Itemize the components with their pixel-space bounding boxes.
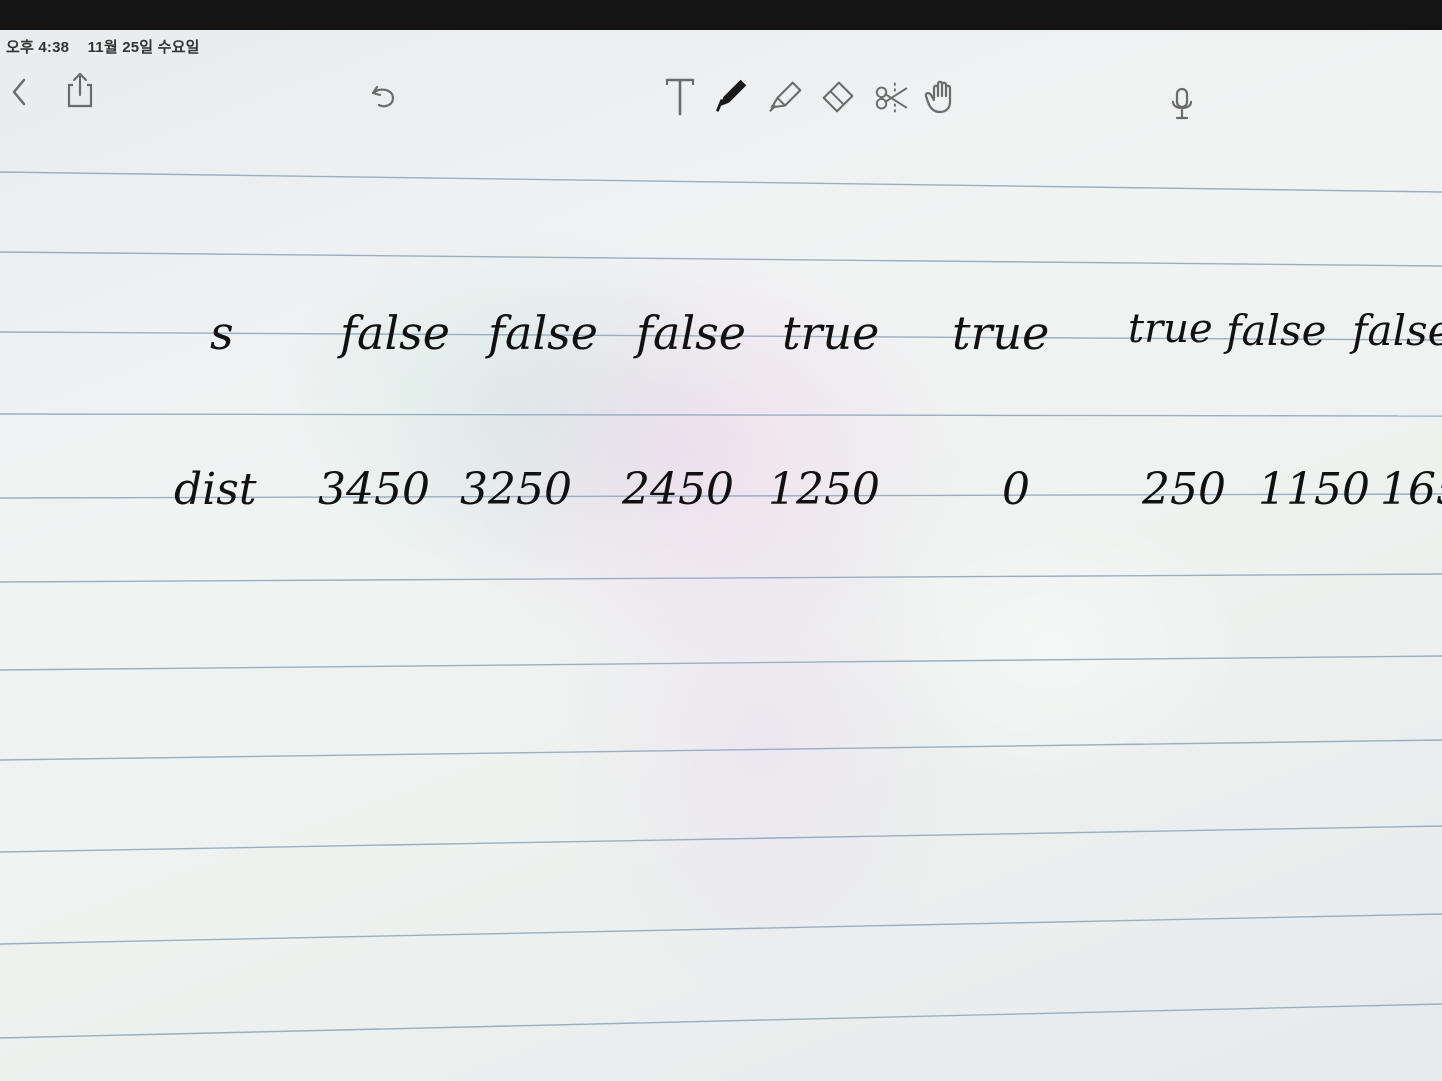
row-s-value: false xyxy=(488,306,598,360)
microphone-icon[interactable] xyxy=(1162,84,1202,124)
status-date: 11월 25일 수요일 xyxy=(87,39,200,56)
row-dist-value: 3450 xyxy=(318,464,430,515)
row-dist-value: 1650 xyxy=(1380,464,1442,515)
eraser-icon[interactable] xyxy=(818,76,858,116)
status-time: 오후 4:38 xyxy=(6,39,70,56)
tablet-screen: 오후 4:38 11월 25일 수요일 s false false false … xyxy=(0,30,1442,1081)
ruled-note-page[interactable]: s false false false true true true false… xyxy=(0,126,1442,1081)
pen-icon[interactable] xyxy=(712,74,752,114)
row-dist-value: 3250 xyxy=(460,464,572,515)
row-s-value: false xyxy=(340,306,450,360)
row-s-value: false xyxy=(1226,306,1327,355)
row-dist-value: 1250 xyxy=(768,464,880,515)
row-dist-value: 0 xyxy=(1002,464,1030,515)
ruled-lines xyxy=(0,171,1442,1039)
row-s-value: false xyxy=(1352,306,1442,355)
row-s-label: s xyxy=(210,306,234,360)
note-toolbar xyxy=(0,70,1442,126)
back-icon[interactable] xyxy=(0,72,40,112)
row-dist-value: 250 xyxy=(1142,464,1226,515)
row-dist-value: 1150 xyxy=(1258,464,1370,515)
undo-icon[interactable] xyxy=(364,76,404,116)
row-dist-value: 2450 xyxy=(622,464,734,515)
row-s-value: false xyxy=(636,306,746,360)
status-bar: 오후 4:38 11월 25일 수요일 xyxy=(6,36,214,57)
row-dist-label: dist xyxy=(174,464,257,515)
lasso-scissors-icon[interactable] xyxy=(872,78,912,118)
share-icon[interactable] xyxy=(60,70,100,110)
row-s-value: true xyxy=(952,306,1050,360)
highlighter-icon[interactable] xyxy=(766,76,806,116)
row-s-value: true xyxy=(1128,306,1213,352)
row-s-value: true xyxy=(782,306,880,360)
hand-icon[interactable] xyxy=(922,76,962,116)
text-icon[interactable] xyxy=(660,76,700,116)
